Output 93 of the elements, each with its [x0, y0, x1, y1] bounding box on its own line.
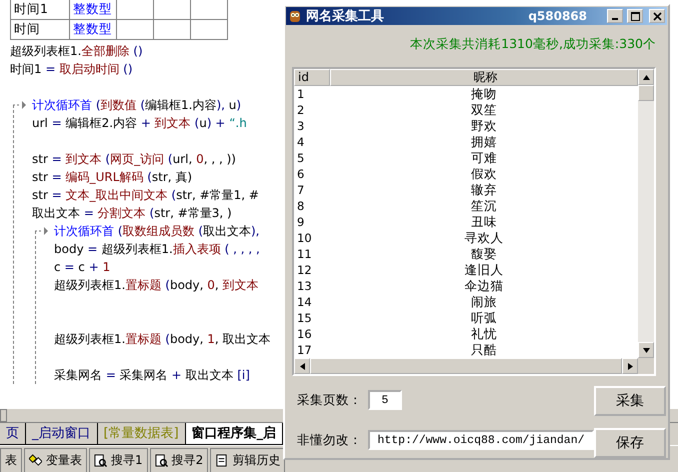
nickname-cell-text: 拥嬉 [470, 134, 498, 150]
id-cell-text: 1 [296, 86, 306, 102]
variable-name: 时间1 [10, 0, 70, 20]
code-line: 超级列表框1.置标题 (body, 0, 到文本 [54, 277, 259, 294]
id-cell-text: 7 [296, 182, 306, 198]
minimize-button[interactable] [607, 9, 623, 23]
diamonds-icon [29, 454, 42, 467]
id-cell-text: 2 [296, 102, 306, 118]
nickname-cell-text: 可难 [470, 150, 498, 166]
panel-tab[interactable]: 变量表 [24, 448, 87, 472]
nickname-cell-text: 伞边猫 [464, 278, 504, 294]
url-field[interactable]: http://www.oicq88.com/jiandan/ [368, 430, 594, 450]
nickname-cell-text: 假欢 [470, 166, 498, 182]
nickname-cell-text: 馥娶 [470, 246, 498, 262]
code-line: 超级列表框1.置标题 (body, 1, 取出文本 [54, 331, 271, 348]
nickname-cell-text: 逢旧人 [464, 262, 504, 278]
nickname-cell-text: 寻欢人 [464, 230, 504, 246]
scroll-button[interactable] [0, 409, 7, 422]
id-cell-text: 16 [296, 326, 313, 342]
action-button[interactable]: 保存 [594, 428, 666, 458]
code-line: body = 超级列表框1.插入表项 ( , , , , [54, 241, 260, 258]
left-arrow-icon [300, 362, 304, 370]
variable-name: 时间 [10, 20, 70, 40]
scroll-thumb[interactable] [638, 85, 654, 101]
column-header[interactable]: id [294, 69, 330, 86]
code-line: str = 文本_取出中间文本 (str, #常量1, # [32, 187, 259, 204]
variable-type: 整数型 [70, 20, 116, 40]
code-line: 时间1 = 取启动时间 () [10, 61, 133, 78]
code-line: 计次循环首 (到数值 (编辑框1.内容), u) [32, 97, 242, 114]
id-cell-text: 6 [296, 166, 306, 182]
owl-icon [288, 9, 302, 23]
nickname-cell-text: 双笙 [470, 102, 498, 118]
loop-arrow-icon [13, 100, 27, 110]
code-line: 超级列表框1.全部删除 () [10, 43, 143, 60]
id-cell-text: 5 [296, 150, 306, 166]
id-cell-text: 14 [296, 294, 313, 310]
vertical-scrollbar[interactable] [638, 69, 654, 358]
id-cell-text: 8 [296, 198, 306, 214]
search-icon [154, 454, 168, 467]
maximize-button[interactable] [627, 9, 643, 23]
id-cell-text: 17 [296, 342, 313, 358]
id-cell-text: 11 [296, 246, 313, 262]
title-caption: q580868 [528, 9, 587, 23]
note-icon [215, 454, 228, 467]
pages-field[interactable]: 5 [368, 390, 402, 410]
code-line: 采集网名 = 采集网名 + 取出文本 [i] [54, 367, 250, 384]
editor-tab[interactable]: _启动窗口 [26, 423, 98, 445]
id-cell-text: 4 [296, 134, 306, 150]
code-line: 取出文本 = 分割文本 (str, #常量3, ) [32, 205, 232, 222]
editor-tab[interactable]: 窗口程序集_启 [186, 423, 284, 445]
nickname-cell-text: 丑味 [470, 214, 498, 230]
close-icon [652, 12, 662, 20]
loop-arrow-icon [35, 226, 49, 236]
minimize-icon [612, 18, 618, 20]
id-cell-text: 13 [296, 278, 313, 294]
field-label: 采集页数： [297, 392, 362, 408]
right-arrow-icon [628, 362, 632, 370]
id-cell-text: 12 [296, 262, 313, 278]
status-text: 本次采集共消耗1310毫秒,成功采集:330个 [409, 35, 657, 53]
search-icon [94, 454, 107, 467]
nickname-cell-text: 掩吻 [470, 86, 498, 102]
nickname-cell-text: 野欢 [470, 118, 498, 134]
up-arrow-icon [642, 74, 650, 80]
nickname-cell-text: 辙弃 [470, 182, 498, 198]
panel-tab[interactable]: 搜寻1 [89, 448, 148, 472]
code-line: str = 编码_URL解码 (str, 真) [32, 169, 192, 186]
code-line: c = c + 1 [54, 259, 110, 276]
field-label: 非懂勿改： [297, 432, 362, 448]
code-line: url = 编辑框2.内容 + 到文本 (u) + “.h [32, 115, 247, 132]
action-button[interactable]: 采集 [594, 386, 666, 416]
column-header[interactable]: 昵称 [330, 69, 638, 86]
id-cell-text: 9 [296, 214, 306, 230]
nickname-cell-text: 闹旅 [470, 294, 498, 310]
code-line: str = 到文本 (网页_访问 (url, 0, , , )) [32, 151, 236, 168]
id-cell-text: 3 [296, 118, 306, 134]
nickname-cell-text: 笙沉 [470, 198, 498, 214]
id-cell-text: 15 [296, 310, 313, 326]
maximize-icon [630, 12, 640, 20]
code-line: 计次循环首 (取数组成员数 (取出文本), [54, 223, 260, 240]
panel-tab[interactable]: 表 [0, 448, 22, 472]
scrollbar-corner [638, 358, 654, 374]
close-button[interactable] [649, 9, 665, 23]
horizontal-scrollbar[interactable] [294, 358, 654, 374]
nickname-cell-text: 礼忧 [470, 326, 498, 342]
nickname-cell-text: 听弧 [470, 310, 498, 326]
panel-tab[interactable]: 搜寻2 [150, 448, 208, 472]
nickname-cell-text: 只酷 [470, 342, 498, 358]
panel-tab[interactable]: 剪辑历史 [210, 448, 286, 472]
editor-tab[interactable]: 页 [0, 423, 26, 445]
id-cell-text: 10 [296, 230, 313, 246]
variable-type: 整数型 [70, 0, 116, 20]
window-title: 网名采集工具 [306, 8, 385, 25]
down-arrow-icon [642, 348, 650, 352]
